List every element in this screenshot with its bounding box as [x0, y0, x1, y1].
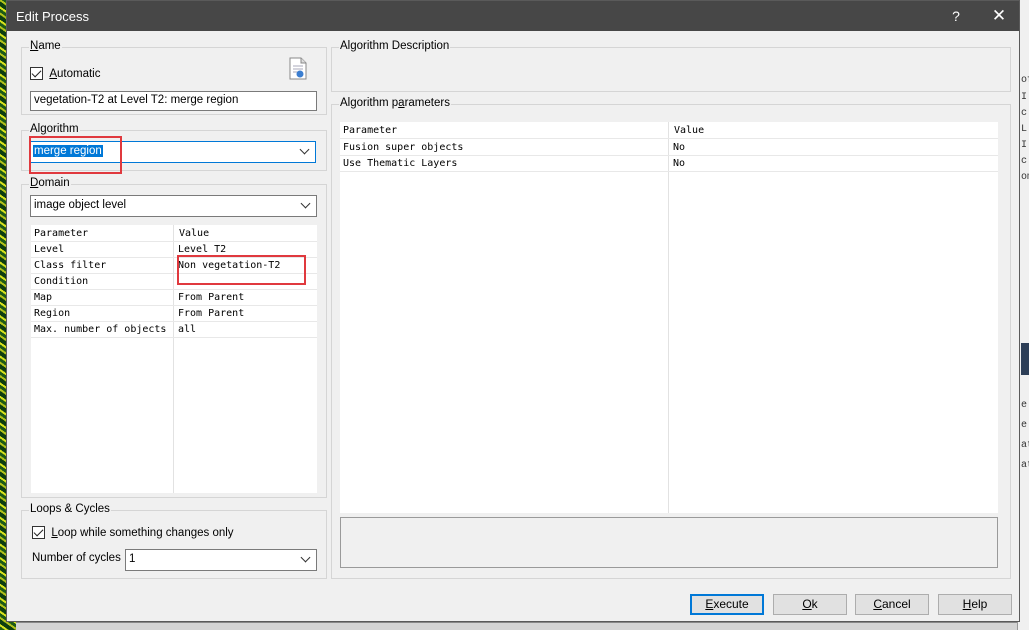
document-edit-icon[interactable] [287, 57, 309, 81]
algorithm-label: Algorithm [29, 123, 80, 135]
param-name: Condition [34, 276, 89, 287]
execute-button[interactable]: Execute [690, 594, 764, 615]
loops-label: Loops & Cycles [29, 503, 111, 515]
column-header: Value [179, 228, 210, 239]
title-bar[interactable]: Edit Process ? ✕ [7, 1, 1019, 31]
param-value[interactable]: Level T2 [178, 244, 226, 255]
background-text: e [1021, 420, 1028, 431]
background-statusbar [16, 622, 1017, 630]
background-text: at [1021, 460, 1029, 471]
table-header: Parameter Value [31, 226, 317, 242]
table-header: Parameter Value [340, 123, 998, 139]
table-row[interactable]: Use Thematic Layers No [340, 156, 998, 172]
table-row[interactable]: Map From Parent [31, 290, 317, 306]
param-name: Region [34, 308, 71, 319]
background-text: I [1021, 140, 1028, 151]
background-text: L [1021, 124, 1028, 135]
highlight-box [29, 136, 122, 174]
chevron-down-icon[interactable] [300, 198, 312, 212]
background-text: e [1021, 400, 1028, 411]
algorithm-description-label: Algorithm Description [339, 40, 451, 52]
ok-button[interactable]: Ok [773, 594, 847, 615]
param-name: Level [34, 244, 65, 255]
help-button[interactable]: Help [938, 594, 1012, 615]
param-name: Fusion super objects [343, 142, 464, 153]
algorithm-parameters-label: Algorithm parameters [339, 97, 451, 109]
background-text: at [1021, 440, 1029, 451]
loop-checkbox[interactable] [32, 526, 45, 540]
domain-selected-value: image object level [34, 199, 127, 211]
background-text: om [1021, 172, 1029, 183]
automatic-checkbox-row[interactable]: Automatic [30, 66, 101, 81]
background-panel [1021, 343, 1029, 375]
chevron-down-icon[interactable] [299, 144, 311, 158]
algorithm-description-group: Algorithm Description [331, 40, 1011, 92]
loop-checkbox-row[interactable]: Loop while something changes only [32, 525, 234, 540]
domain-select[interactable]: image object level [30, 195, 317, 217]
cancel-button[interactable]: Cancel [855, 594, 929, 615]
domain-label: Domain [29, 177, 71, 189]
column-header: Value [674, 125, 705, 136]
name-label: Name [29, 40, 62, 52]
param-name: Use Thematic Layers [343, 158, 458, 169]
cycles-select[interactable]: 1 [125, 549, 317, 571]
chevron-down-icon[interactable] [300, 552, 312, 566]
param-value[interactable]: From Parent [178, 308, 244, 319]
param-value[interactable]: No [673, 158, 685, 169]
background-text: of [1021, 75, 1029, 86]
table-row[interactable]: Max. number of objects all [31, 322, 317, 338]
background-text: c [1021, 156, 1028, 167]
loop-label: Loop while something changes only [51, 527, 234, 539]
param-name: Class filter [34, 260, 107, 271]
help-icon[interactable]: ? [942, 5, 970, 27]
param-name: Map [34, 292, 53, 303]
column-header: Parameter [34, 228, 89, 239]
automatic-label: Automatic [49, 68, 101, 80]
param-value[interactable]: all [178, 324, 196, 335]
table-row[interactable]: Fusion super objects No [340, 140, 998, 156]
highlight-box [177, 255, 306, 285]
dialog-title: Edit Process [16, 9, 89, 24]
param-name: Max. number of objects [34, 324, 167, 335]
automatic-checkbox[interactable] [30, 67, 43, 81]
background-text: c [1021, 108, 1028, 119]
param-value[interactable]: From Parent [178, 292, 244, 303]
column-header: Parameter [343, 125, 398, 136]
close-icon[interactable]: ✕ [985, 5, 1013, 27]
table-row[interactable]: Region From Parent [31, 306, 317, 322]
parameter-description-box [340, 517, 998, 568]
cycles-value: 1 [129, 553, 136, 565]
cycles-label: Number of cycles [32, 552, 121, 564]
param-value[interactable]: No [673, 142, 685, 153]
algorithm-parameter-grid[interactable]: Parameter Value Fusion super objects No … [340, 122, 998, 513]
edit-process-dialog: Edit Process ? ✕ Name Automatic vegetati… [6, 0, 1020, 622]
background-text: I [1021, 92, 1028, 103]
name-input[interactable]: vegetation-T2 at Level T2: merge region [30, 91, 317, 111]
